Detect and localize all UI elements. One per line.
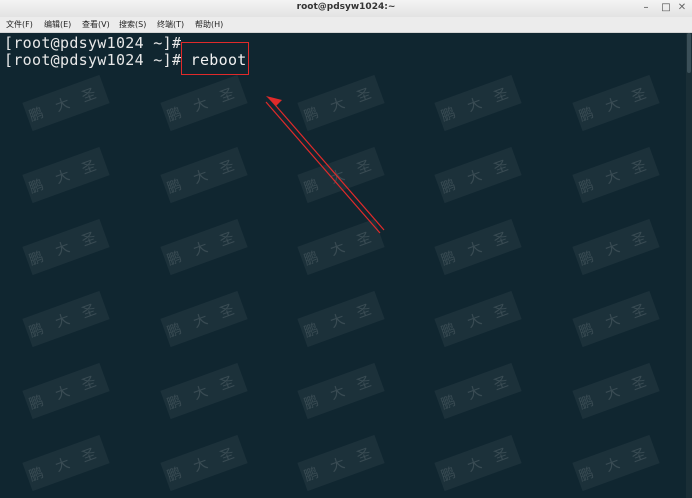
annotation-arrow — [265, 96, 385, 234]
arrow-shaft-b — [265, 101, 381, 234]
vertical-scrollbar[interactable] — [686, 33, 692, 498]
scrollbar-thumb[interactable] — [687, 33, 691, 73]
arrow-shaft-a — [269, 98, 385, 231]
